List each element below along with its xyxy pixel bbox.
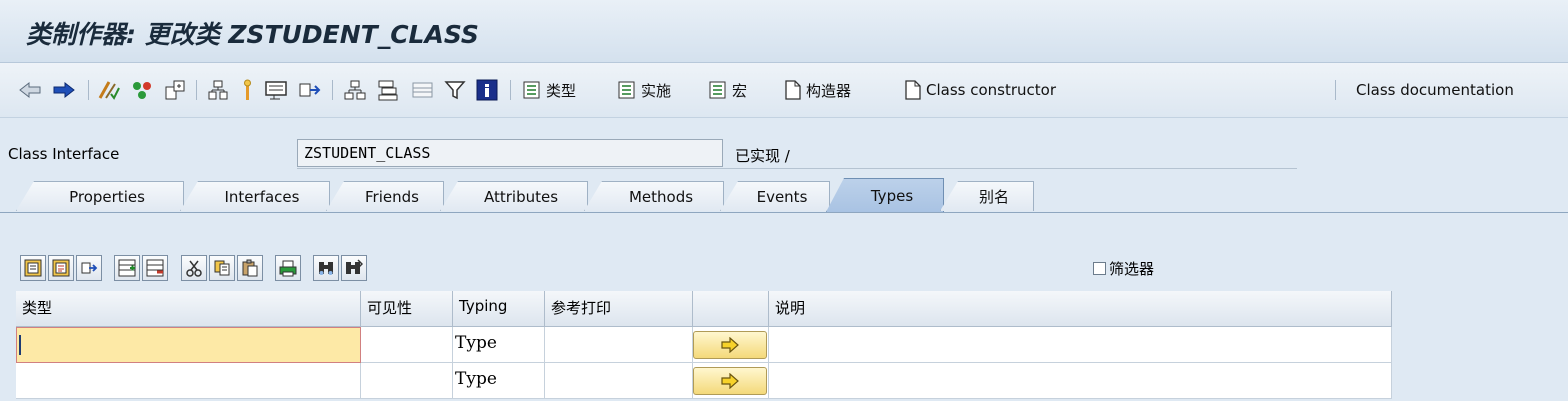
find-icon[interactable] <box>313 255 339 281</box>
constructor-button-label: 构造器 <box>806 81 852 100</box>
type-name-input[interactable] <box>16 327 361 363</box>
implementation-button-label: 实施 <box>641 81 672 100</box>
tab-strip: Properties Interfaces Friends Attributes… <box>0 178 1568 213</box>
navigate-to-icon[interactable] <box>76 255 102 281</box>
constructor-button[interactable]: 构造器 <box>784 76 851 104</box>
toolbar-separator <box>510 80 511 100</box>
class-constructor-button-label: Class constructor <box>926 81 1057 99</box>
back-arrow-icon[interactable] <box>18 76 42 104</box>
tab-aliases[interactable]: 别名 <box>940 181 1034 211</box>
types-button[interactable]: 类型 <box>522 76 576 104</box>
check-syntax-icon[interactable] <box>97 76 121 104</box>
visibility-cell[interactable] <box>361 327 453 363</box>
toolbar-separator <box>88 80 89 100</box>
filter-checkbox-box[interactable] <box>1093 262 1106 275</box>
class-interface-label: Class Interface <box>8 145 120 163</box>
tab-friends[interactable]: Friends <box>326 181 444 211</box>
document-icon <box>905 80 921 100</box>
paste-icon[interactable] <box>237 255 263 281</box>
display-details-icon[interactable] <box>48 255 74 281</box>
toolbar-separator <box>196 80 197 100</box>
reference-type-cell[interactable] <box>545 363 693 399</box>
tab-properties[interactable]: Properties <box>16 181 184 211</box>
description-cell[interactable] <box>769 363 1392 399</box>
table-row: Type <box>16 363 1392 399</box>
insert-row-icon[interactable] <box>114 255 140 281</box>
filter-checkbox[interactable]: 筛选器 <box>1093 258 1154 279</box>
info-icon[interactable] <box>475 76 499 104</box>
object-list-icon[interactable] <box>206 76 230 104</box>
tab-interfaces[interactable]: Interfaces <box>180 181 330 211</box>
implementation-icon <box>618 81 635 99</box>
tab-types[interactable]: Types <box>826 178 944 212</box>
activate-icon[interactable] <box>130 76 154 104</box>
typing-cell[interactable]: Type <box>453 327 545 363</box>
yellow-arrow-right-icon <box>721 337 739 353</box>
detail-view-icon[interactable] <box>20 255 46 281</box>
cut-icon[interactable] <box>181 255 207 281</box>
filter-checkbox-label: 筛选器 <box>1109 260 1155 278</box>
tab-attributes[interactable]: Attributes <box>440 181 588 211</box>
column-header-type[interactable]: 类型 <box>16 291 361 327</box>
reference-type-cell[interactable] <box>545 327 693 363</box>
copy-icon[interactable] <box>209 255 235 281</box>
visibility-cell[interactable] <box>361 363 453 399</box>
column-header-arrow <box>693 291 769 327</box>
where-used-icon[interactable] <box>163 76 187 104</box>
typing-cell[interactable]: Type <box>453 363 545 399</box>
yellow-arrow-right-icon <box>721 373 739 389</box>
type-name-input[interactable] <box>16 363 361 399</box>
class-documentation-button[interactable]: Class documentation <box>1356 76 1514 104</box>
table-row: Type <box>16 327 1392 363</box>
implementation-status: 已实现 / <box>735 147 790 165</box>
local-types-icon <box>523 81 540 99</box>
filter-funnel-icon[interactable] <box>443 76 467 104</box>
toolbar-separator <box>1335 80 1336 100</box>
toolbar-separator <box>332 80 333 100</box>
direct-type-entry-button[interactable] <box>693 331 767 359</box>
table-icon[interactable] <box>410 76 436 104</box>
hierarchy-icon[interactable] <box>342 76 368 104</box>
column-header-reference[interactable]: 参考打印 <box>545 291 693 327</box>
display-object-icon[interactable] <box>264 76 290 104</box>
document-icon <box>785 80 801 100</box>
header-divider <box>297 168 1297 169</box>
application-toolbar: 类型 实施 宏 构造器 Class constructor Class docu… <box>0 63 1568 118</box>
macros-button-label: 宏 <box>732 81 748 100</box>
title-bar: 类制作器: 更改类 ZSTUDENT_CLASS <box>0 0 1568 63</box>
pin-icon[interactable] <box>238 76 258 104</box>
navigate-icon[interactable] <box>297 76 323 104</box>
stacked-list-icon[interactable] <box>376 76 402 104</box>
class-interface-field[interactable]: ZSTUDENT_CLASS <box>297 139 723 167</box>
direct-type-entry-button[interactable] <box>693 367 767 395</box>
implementation-button[interactable]: 实施 <box>617 76 671 104</box>
class-documentation-button-label: Class documentation <box>1356 81 1514 99</box>
column-header-visibility[interactable]: 可见性 <box>361 291 453 327</box>
macros-button[interactable]: 宏 <box>708 76 747 104</box>
macros-icon <box>709 81 726 99</box>
delete-row-icon[interactable] <box>142 255 168 281</box>
print-icon[interactable] <box>275 255 301 281</box>
find-next-icon[interactable] <box>341 255 367 281</box>
forward-arrow-icon[interactable] <box>52 76 76 104</box>
types-button-label: 类型 <box>546 81 577 100</box>
text-caret <box>19 335 21 355</box>
window-title: 类制作器: 更改类 ZSTUDENT_CLASS <box>26 20 479 49</box>
column-header-description[interactable]: 说明 <box>769 291 1392 327</box>
tab-methods[interactable]: Methods <box>584 181 724 211</box>
tab-events[interactable]: Events <box>720 181 830 211</box>
class-constructor-button[interactable]: Class constructor <box>904 76 1056 104</box>
column-header-typing[interactable]: Typing <box>453 291 545 327</box>
description-cell[interactable] <box>769 327 1392 363</box>
